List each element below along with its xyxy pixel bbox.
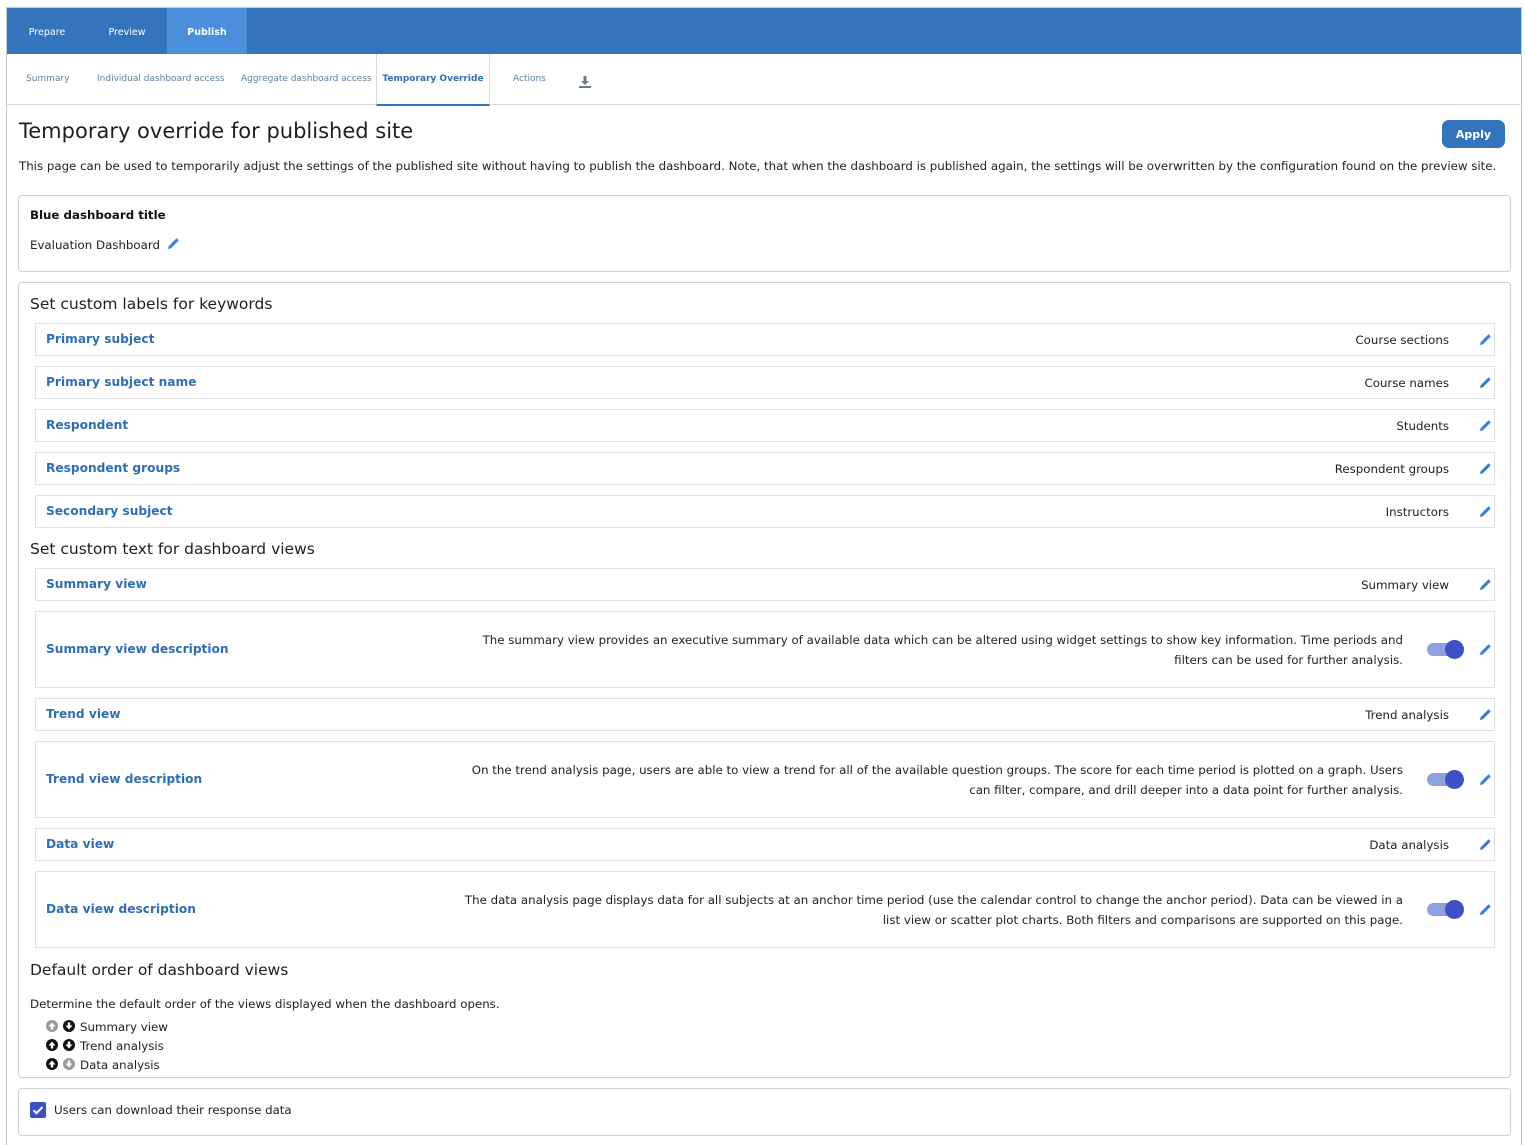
edit-pencil-icon[interactable] xyxy=(1479,774,1491,786)
order-description: Determine the default order of the views… xyxy=(30,997,500,1011)
order-item: Summary view xyxy=(46,1020,168,1036)
dashboard-title-card: Blue dashboard title Evaluation Dashboar… xyxy=(18,195,1511,272)
description-line: On the trend analysis page, users are ab… xyxy=(471,763,1403,777)
subtab-aggregate-access[interactable]: Aggregate dashboard access xyxy=(241,54,372,105)
keyword-row: Secondary subject Instructors xyxy=(35,495,1495,528)
keyword-row: Respondent groups Respondent groups xyxy=(35,452,1495,485)
view-label[interactable]: Trend view description xyxy=(46,772,202,786)
edit-pencil-icon[interactable] xyxy=(1479,377,1491,389)
description-line: filters can be used for further analysis… xyxy=(1174,652,1403,667)
description-line: can filter, compare, and drill deeper in… xyxy=(969,782,1403,797)
view-row-summary-description: Summary view description The summary vie… xyxy=(35,611,1495,688)
move-up-icon[interactable] xyxy=(46,1039,58,1051)
edit-pencil-icon[interactable] xyxy=(1479,463,1491,475)
tab-prepare[interactable]: Prepare xyxy=(7,8,87,54)
keyword-value: Course names xyxy=(1364,376,1449,390)
keyword-value: Respondent groups xyxy=(1334,462,1449,476)
description-line: list view or scatter plot charts. Both f… xyxy=(882,912,1403,927)
view-label[interactable]: Data view xyxy=(46,837,114,851)
app-frame: Prepare Preview Publish Summary Individu… xyxy=(6,7,1522,1145)
dashboard-title-value: Evaluation Dashboard xyxy=(30,238,160,252)
move-down-icon[interactable] xyxy=(63,1020,75,1032)
view-description: The summary view provides an executive s… xyxy=(483,631,1403,670)
download-checkbox[interactable] xyxy=(30,1102,46,1118)
keyword-label[interactable]: Primary subject name xyxy=(46,375,197,389)
order-item-label: Summary view xyxy=(80,1020,168,1034)
keyword-label[interactable]: Respondent groups xyxy=(46,461,180,475)
top-nav: Prepare Preview Publish xyxy=(7,8,1521,54)
sub-nav: Summary Individual dashboard access Aggr… xyxy=(7,54,1521,106)
view-label[interactable]: Summary view xyxy=(46,577,147,591)
order-item: Data analysis xyxy=(46,1058,160,1074)
move-down-icon[interactable] xyxy=(63,1039,75,1051)
keyword-label[interactable]: Primary subject xyxy=(46,332,154,346)
tab-publish[interactable]: Publish xyxy=(167,8,247,54)
keyword-row: Primary subject name Course names xyxy=(35,366,1495,399)
custom-settings-card: Set custom labels for keywords Primary s… xyxy=(18,282,1511,1078)
move-up-icon xyxy=(46,1020,58,1032)
view-label[interactable]: Summary view description xyxy=(46,642,229,656)
order-item-label: Trend analysis xyxy=(80,1039,164,1053)
view-label[interactable]: Trend view xyxy=(46,707,121,721)
edit-pencil-icon[interactable] xyxy=(1479,420,1491,432)
keywords-heading: Set custom labels for keywords xyxy=(30,295,273,313)
description-line: The data analysis page displays data for… xyxy=(464,893,1403,907)
description-line: The summary view provides an executive s… xyxy=(482,633,1403,647)
visibility-toggle[interactable] xyxy=(1427,900,1464,919)
edit-pencil-icon[interactable] xyxy=(1479,644,1491,656)
keyword-row: Primary subject Course sections xyxy=(35,323,1495,356)
view-row-trend: Trend view Trend analysis xyxy=(35,698,1495,731)
page-intro: This page can be used to temporarily adj… xyxy=(19,159,1497,173)
subtab-individual-access[interactable]: Individual dashboard access xyxy=(97,54,225,105)
view-value: Trend analysis xyxy=(1365,708,1449,722)
download-checkbox-label[interactable]: Users can download their response data xyxy=(54,1103,292,1117)
page-title: Temporary override for published site xyxy=(19,119,414,143)
tab-preview[interactable]: Preview xyxy=(87,8,167,54)
keyword-label[interactable]: Respondent xyxy=(46,418,128,432)
edit-pencil-icon[interactable] xyxy=(1479,579,1491,591)
visibility-toggle[interactable] xyxy=(1427,640,1464,659)
view-description: The data analysis page displays data for… xyxy=(465,891,1403,930)
subtab-actions[interactable]: Actions xyxy=(513,54,546,105)
subtab-summary[interactable]: Summary xyxy=(26,54,70,105)
edit-pencil-icon[interactable] xyxy=(1479,839,1491,851)
keyword-value: Instructors xyxy=(1385,505,1449,519)
order-item: Trend analysis xyxy=(46,1039,164,1055)
edit-pencil-icon[interactable] xyxy=(1479,506,1491,518)
views-heading: Set custom text for dashboard views xyxy=(30,540,315,558)
edit-pencil-icon[interactable] xyxy=(1479,709,1491,721)
view-row-data-description: Data view description The data analysis … xyxy=(35,871,1495,948)
keyword-value: Students xyxy=(1396,419,1449,433)
edit-pencil-icon[interactable] xyxy=(167,238,179,250)
keyword-row: Respondent Students xyxy=(35,409,1495,442)
view-row-summary: Summary view Summary view xyxy=(35,568,1495,601)
view-value: Summary view xyxy=(1361,578,1449,592)
move-up-icon[interactable] xyxy=(46,1058,58,1070)
apply-button[interactable]: Apply xyxy=(1442,120,1505,148)
dashboard-title-label: Blue dashboard title xyxy=(30,208,166,222)
subtab-temporary-override[interactable]: Temporary Override xyxy=(376,54,490,106)
keyword-value: Course sections xyxy=(1355,333,1449,347)
move-down-icon xyxy=(63,1058,75,1070)
view-description: On the trend analysis page, users are ab… xyxy=(472,761,1403,800)
download-card: Users can download their response data xyxy=(18,1088,1511,1136)
order-heading: Default order of dashboard views xyxy=(30,961,289,979)
view-label[interactable]: Data view description xyxy=(46,902,196,916)
edit-pencil-icon[interactable] xyxy=(1479,904,1491,916)
view-row-trend-description: Trend view description On the trend anal… xyxy=(35,741,1495,818)
view-value: Data analysis xyxy=(1369,838,1449,852)
keyword-label[interactable]: Secondary subject xyxy=(46,504,173,518)
view-row-data: Data view Data analysis xyxy=(35,828,1495,861)
download-icon[interactable] xyxy=(579,73,591,88)
order-item-label: Data analysis xyxy=(80,1058,160,1072)
edit-pencil-icon[interactable] xyxy=(1479,334,1491,346)
visibility-toggle[interactable] xyxy=(1427,770,1464,789)
